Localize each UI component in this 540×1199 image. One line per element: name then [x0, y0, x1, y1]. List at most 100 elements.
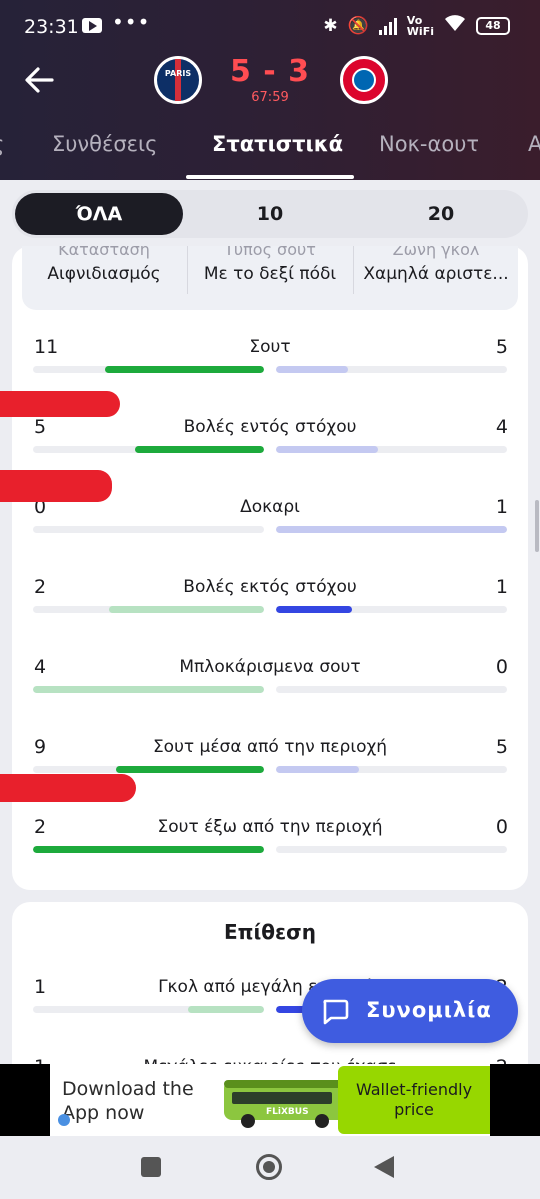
stat-away-value: 1: [495, 496, 508, 518]
shot-detail-value: Χαμηλά αριστε...: [363, 264, 509, 284]
stat-bar-track-home: [33, 366, 264, 373]
stat-bar-fill-home: [134, 446, 264, 453]
stat-bar-track-away: [276, 446, 507, 453]
active-tab-indicator: [186, 175, 354, 179]
stat-away-value: 4: [495, 416, 508, 438]
stat-away-value: 1: [495, 576, 508, 598]
scrollbar-thumb[interactable]: [535, 500, 539, 552]
back-triangle-icon[interactable]: [374, 1156, 394, 1178]
stat-bar-fill-away: [276, 446, 378, 453]
shot-detail-shot-type: Τύπος σουτ Με το δεξί πόδι: [188, 246, 352, 310]
period-option-first-half[interactable]: 10: [186, 193, 354, 235]
shot-detail-label: Κατάσταση: [58, 246, 150, 259]
stat-bar-fill-home: [33, 846, 264, 853]
tab-statistics[interactable]: Στατιστικά: [212, 132, 343, 156]
stat-bar-track-away: [276, 606, 507, 613]
signal-icon: [378, 17, 397, 35]
stat-home-value: 4: [34, 656, 47, 678]
stat-bar-fill-away: [276, 766, 360, 773]
section-title-attack: Επίθεση: [224, 920, 316, 944]
stat-row: 2 Βολές εκτός στόχου 1: [12, 576, 528, 656]
back-arrow-icon[interactable]: [18, 58, 62, 102]
stat-row: 2 Σουτ έξω από την περιοχή 0: [12, 816, 528, 896]
stat-home-value: 11: [34, 336, 59, 358]
stat-row: 4 Μπλοκάρισμενα σουτ 0: [12, 656, 528, 736]
stat-bar-track-home: [33, 1006, 264, 1013]
stat-bar-track-home: [33, 446, 264, 453]
ad-cta[interactable]: Wallet-friendly price: [338, 1066, 490, 1134]
stat-bar-fill-home: [187, 1006, 264, 1013]
stat-row: 0 Δοκαρι 1: [12, 496, 528, 576]
stat-bar-track-home: [33, 846, 264, 853]
stat-away-value: 5: [495, 336, 508, 358]
period-filter: ΌΛΑ 10 20: [12, 190, 528, 238]
stat-bar-track-home: [33, 766, 264, 773]
logo-center: [352, 68, 376, 92]
stat-bar-fill-away: [276, 526, 507, 533]
shot-detail-situation: Κατάσταση Αιφνιδιασμός: [22, 246, 186, 310]
chat-button[interactable]: Συνομιλία: [302, 979, 518, 1043]
ad-info-icon[interactable]: [58, 1114, 70, 1126]
period-option-second-half[interactable]: 20: [357, 193, 525, 235]
more-notifications-icon: •••: [112, 10, 151, 34]
red-marker-scribble: [0, 470, 112, 502]
stat-home-value: 5: [34, 416, 47, 438]
stat-home-value: 1: [34, 976, 47, 998]
tab-lineups[interactable]: Συνθέσεις: [52, 132, 157, 156]
recent-apps-icon[interactable]: [141, 1157, 161, 1177]
stat-bar-track-home: [33, 606, 264, 613]
stat-name: Βολές εκτός στόχου: [183, 577, 357, 597]
shot-detail-value: Με το δεξί πόδι: [203, 264, 337, 284]
stat-bar-fill-away: [276, 366, 348, 373]
match-score: 5 - 3: [229, 54, 311, 89]
stat-bar-fill-away: [276, 606, 353, 613]
away-team-logo[interactable]: [340, 56, 388, 104]
stat-name: Σουτ μέσα από την περιοχή: [152, 737, 388, 757]
stat-name: Βολές εντός στόχου: [183, 417, 357, 437]
stat-home-value: 2: [34, 576, 47, 598]
home-logo-text: PARIS: [164, 69, 192, 78]
youtube-icon: [82, 18, 102, 33]
mute-icon: 🔕: [347, 15, 369, 36]
system-navigation-bar: [0, 1136, 540, 1199]
shot-details-strip: Κατάσταση Αιφνιδιασμός Τύπος σουτ Με το …: [22, 246, 518, 310]
stat-home-value: 1: [34, 1056, 46, 1064]
tab-knockout[interactable]: Νοκ-αουτ: [379, 132, 479, 156]
period-option-all[interactable]: ΌΛΑ: [15, 193, 183, 235]
bluetooth-icon: ✱: [323, 15, 338, 36]
shot-detail-goal-zone: Ζώνη γκολ Χαμηλά αριστε...: [354, 246, 518, 310]
battery-icon: 48: [476, 16, 510, 35]
stat-row: 1 Μεγάλες ευκαιρίες που έχασε 2: [12, 1056, 528, 1064]
home-team-logo[interactable]: PARIS: [154, 56, 202, 104]
stat-bar-track-home: [33, 526, 264, 533]
statistics-content[interactable]: Κατάσταση Αιφνιδιασμός Τύπος σουτ Με το …: [0, 180, 540, 1064]
stat-bar-track-away: [276, 366, 507, 373]
stat-bar-fill-home: [33, 686, 264, 693]
match-header: 23:31 ••• ✱ 🔕 Vo WiFi 48 PARIS 5 - 3 67:5…: [0, 0, 540, 180]
ad-brand: FLiXBUS: [266, 1107, 309, 1117]
stat-bar-track-away: [276, 846, 507, 853]
status-bar: 23:31 ••• ✱ 🔕 Vo WiFi 48: [0, 0, 540, 56]
match-minute: 67:59: [251, 90, 289, 105]
stat-bar-fill-home: [109, 606, 264, 613]
stat-home-value: 2: [34, 816, 47, 838]
red-marker-scribble: [0, 774, 136, 802]
stat-home-value: 9: [34, 736, 47, 758]
red-marker-scribble: [0, 391, 120, 417]
stat-away-value: 0: [495, 656, 508, 678]
ad-content[interactable]: Download the App now FLiXBUS Wallet-frie…: [50, 1064, 490, 1136]
ad-text: Download the App now: [62, 1078, 194, 1124]
chat-bubble-icon: [323, 999, 349, 1025]
tab-previous[interactable]: ς: [0, 132, 4, 156]
stat-name: Σουτ: [249, 337, 291, 357]
status-time: 23:31: [24, 16, 79, 38]
stat-bar-fill-home: [116, 766, 264, 773]
wifi-icon: [444, 14, 466, 37]
stat-name: Σουτ έξω από την περιοχή: [157, 817, 383, 837]
logo-stripe: [175, 59, 181, 101]
tab-next[interactable]: Α: [528, 132, 540, 156]
ad-banner[interactable]: Download the App now FLiXBUS Wallet-frie…: [0, 1064, 540, 1136]
stat-bar-fill-home: [104, 366, 264, 373]
stat-bar-track-away: [276, 766, 507, 773]
home-icon[interactable]: [256, 1154, 282, 1180]
